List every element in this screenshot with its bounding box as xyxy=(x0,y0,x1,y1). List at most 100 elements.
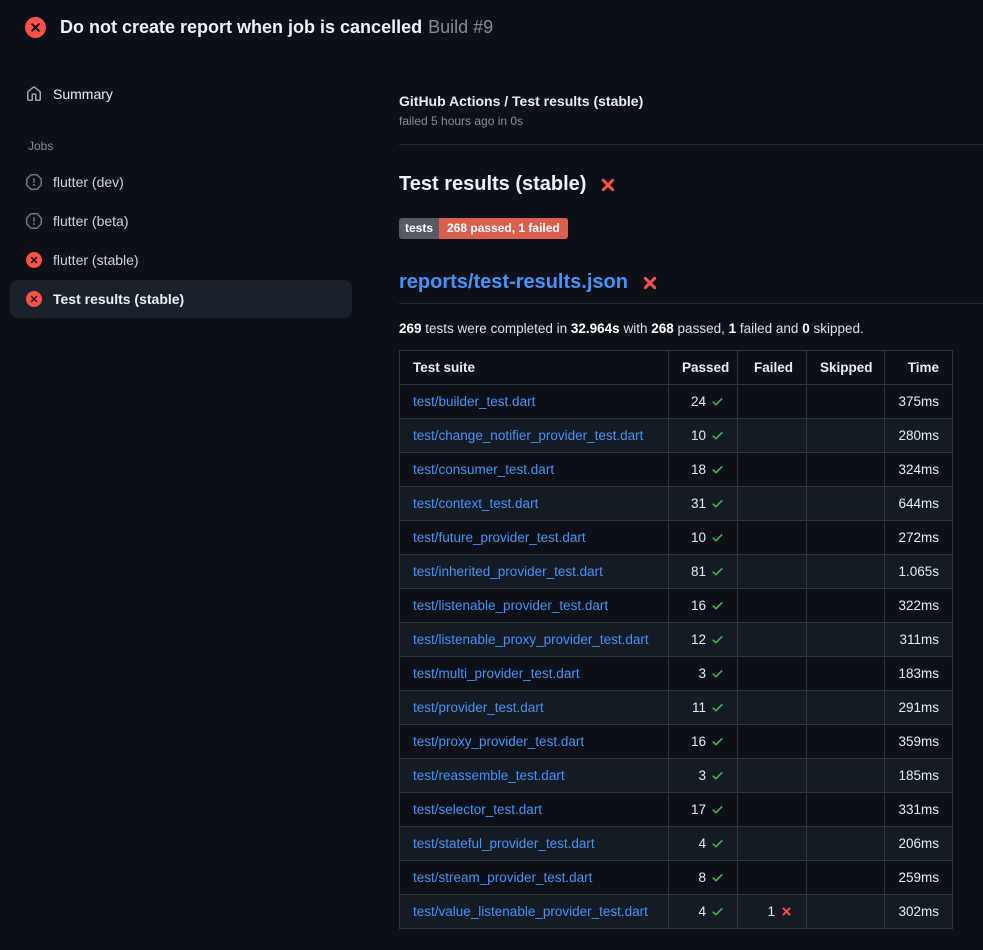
count-cell: 10 xyxy=(669,419,738,453)
count-value: 10 xyxy=(691,428,706,443)
test-suite-link[interactable]: test/selector_test.dart xyxy=(413,802,542,817)
report-title: reports/test-results.json xyxy=(399,269,983,304)
home-icon xyxy=(26,86,42,102)
count-cell xyxy=(738,657,807,691)
column-header: Passed xyxy=(669,351,738,385)
x-circle-icon xyxy=(26,291,42,307)
count-cell xyxy=(738,793,807,827)
jobs-list: flutter (dev) flutter (beta)flutter (stab… xyxy=(10,163,375,318)
skipped-cell xyxy=(807,521,885,555)
failed-x-icon xyxy=(598,175,618,195)
table-row: test/change_notifier_provider_test.dart 1… xyxy=(400,419,953,453)
tests-summary-line: 269 tests were completed in 32.964s with… xyxy=(399,321,983,336)
table-row: test/inherited_provider_test.dart811.065… xyxy=(400,555,953,589)
skipped-cell xyxy=(807,487,885,521)
test-suite-link[interactable]: test/change_notifier_provider_test.dart xyxy=(413,428,643,443)
check-icon xyxy=(711,735,724,748)
stop-icon xyxy=(26,174,42,190)
count-value: 12 xyxy=(691,632,706,647)
sidebar-job-item[interactable]: flutter (dev) xyxy=(10,163,352,201)
suite-cell: test/listenable_proxy_provider_test.dart xyxy=(400,623,669,657)
test-suite-link[interactable]: test/listenable_provider_test.dart xyxy=(413,598,608,613)
skipped-cell xyxy=(807,759,885,793)
test-suite-link[interactable]: test/multi_provider_test.dart xyxy=(413,666,580,681)
count-value: 11 xyxy=(692,700,706,715)
test-suite-link[interactable]: test/stateful_provider_test.dart xyxy=(413,836,595,851)
section-title: Test results (stable) xyxy=(399,171,983,198)
table-head: Test suitePassedFailedSkippedTime xyxy=(400,351,953,385)
check-icon xyxy=(711,769,724,782)
check-icon xyxy=(711,871,724,884)
report-file-link[interactable]: reports/test-results.json xyxy=(399,269,628,296)
skipped-count: 0 xyxy=(802,321,810,336)
check-icon xyxy=(711,599,724,612)
breadcrumb: GitHub Actions / Test results (stable) xyxy=(399,93,983,109)
test-results-body: test/builder_test.dart24375mstest/change… xyxy=(400,385,953,929)
column-header: Failed xyxy=(738,351,807,385)
time-cell: 375ms xyxy=(885,385,953,419)
skipped-cell xyxy=(807,589,885,623)
duration: 32.964s xyxy=(571,321,620,336)
sidebar-item-summary[interactable]: Summary xyxy=(10,77,352,111)
time-cell: 259ms xyxy=(885,861,953,895)
stop-icon xyxy=(26,213,42,229)
check-icon xyxy=(711,463,724,476)
test-suite-link[interactable]: test/reassemble_test.dart xyxy=(413,768,565,783)
count-cell: 8 xyxy=(669,861,738,895)
count-value: 16 xyxy=(691,734,706,749)
column-header: Test suite xyxy=(400,351,669,385)
sidebar-job-item[interactable]: flutter (stable) xyxy=(10,241,352,279)
time-cell: 185ms xyxy=(885,759,953,793)
test-suite-link[interactable]: test/builder_test.dart xyxy=(413,394,535,409)
time-cell: 324ms xyxy=(885,453,953,487)
test-suite-link[interactable]: test/inherited_provider_test.dart xyxy=(413,564,603,579)
column-header: Skipped xyxy=(807,351,885,385)
check-run-header: Do not create report when job is cancell… xyxy=(0,0,983,55)
x-circle-icon xyxy=(26,252,42,268)
suite-cell: test/consumer_test.dart xyxy=(400,453,669,487)
table-row: test/reassemble_test.dart3185ms xyxy=(400,759,953,793)
count-value: 3 xyxy=(698,666,706,681)
test-suite-link[interactable]: test/consumer_test.dart xyxy=(413,462,554,477)
page-title: Do not create report when job is cancell… xyxy=(60,17,493,38)
test-suite-link[interactable]: test/proxy_provider_test.dart xyxy=(413,734,584,749)
count-cell xyxy=(738,827,807,861)
sidebar-job-item[interactable]: flutter (beta) xyxy=(10,202,352,240)
test-suite-link[interactable]: test/stream_provider_test.dart xyxy=(413,870,592,885)
summary-label: Summary xyxy=(53,86,113,102)
suite-cell: test/stateful_provider_test.dart xyxy=(400,827,669,861)
skipped-cell xyxy=(807,895,885,929)
skipped-cell xyxy=(807,827,885,861)
test-suite-link[interactable]: test/value_listenable_provider_test.dart xyxy=(413,904,648,919)
jobs-heading: Jobs xyxy=(28,139,375,153)
count-cell xyxy=(738,487,807,521)
test-results-table: Test suitePassedFailedSkippedTime test/b… xyxy=(399,350,953,929)
header-divider xyxy=(399,144,983,145)
count-cell: 24 xyxy=(669,385,738,419)
table-row: test/context_test.dart31644ms xyxy=(400,487,953,521)
skipped-cell xyxy=(807,793,885,827)
skipped-cell xyxy=(807,623,885,657)
suite-cell: test/change_notifier_provider_test.dart xyxy=(400,419,669,453)
test-suite-link[interactable]: test/future_provider_test.dart xyxy=(413,530,586,545)
failed-count: 1 xyxy=(729,321,737,336)
count-cell xyxy=(738,623,807,657)
check-icon xyxy=(711,633,724,646)
count-cell xyxy=(738,555,807,589)
suite-cell: test/future_provider_test.dart xyxy=(400,521,669,555)
count-cell xyxy=(738,453,807,487)
count-cell: 4 xyxy=(669,827,738,861)
sidebar-job-item[interactable]: Test results (stable) xyxy=(10,280,352,318)
table-row: test/selector_test.dart17331ms xyxy=(400,793,953,827)
test-suite-link[interactable]: test/provider_test.dart xyxy=(413,700,544,715)
table-row: test/future_provider_test.dart10272ms xyxy=(400,521,953,555)
build-number: Build #9 xyxy=(428,17,493,37)
test-suite-link[interactable]: test/context_test.dart xyxy=(413,496,538,511)
skipped-cell xyxy=(807,453,885,487)
total-count: 269 xyxy=(399,321,422,336)
check-icon xyxy=(711,701,724,714)
test-suite-link[interactable]: test/listenable_proxy_provider_test.dart xyxy=(413,632,649,647)
job-label: flutter (dev) xyxy=(53,174,124,190)
column-header: Time xyxy=(885,351,953,385)
count-cell xyxy=(738,521,807,555)
